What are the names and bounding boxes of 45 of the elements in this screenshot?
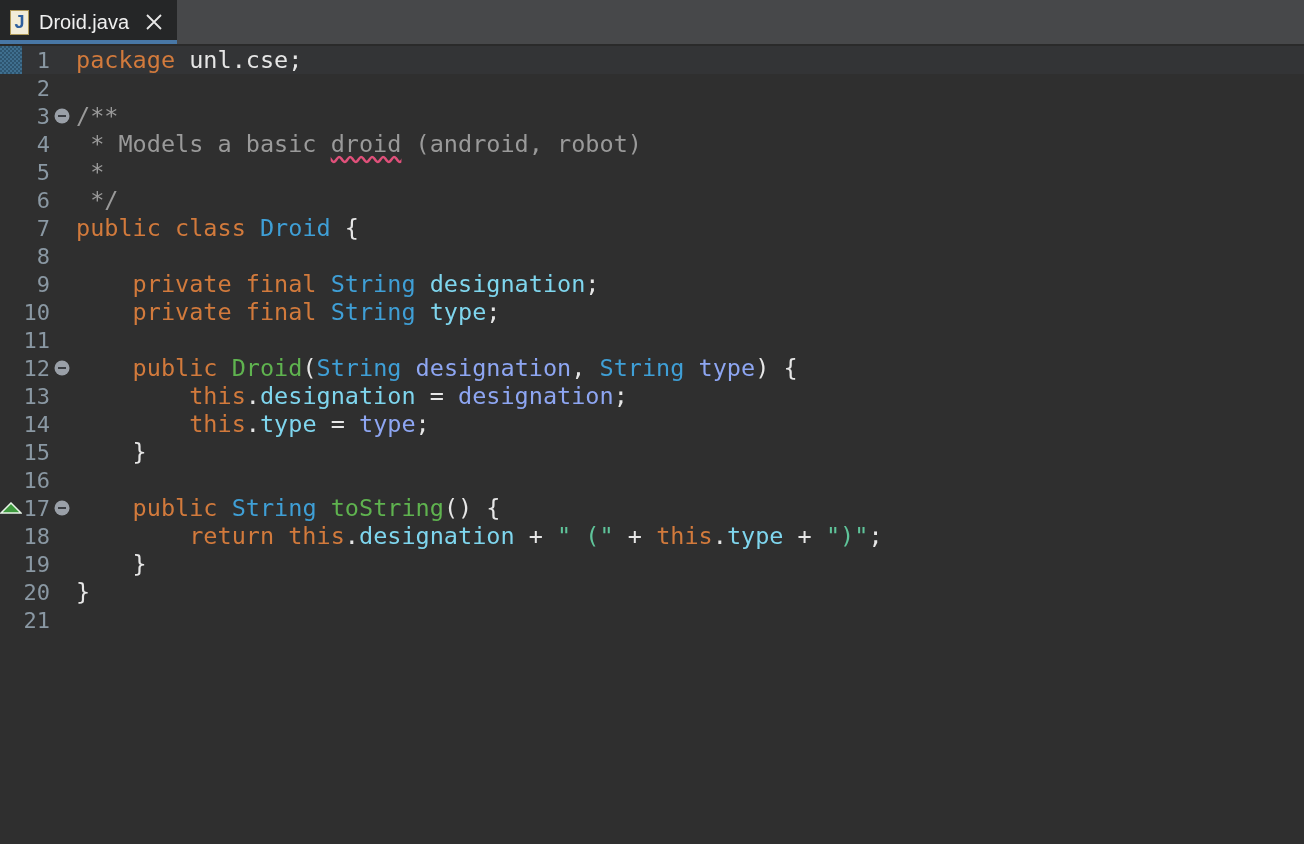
line-number: 17 — [23, 495, 50, 521]
range-indicator — [0, 46, 22, 74]
code-line: private final String designation; — [131, 270, 600, 298]
line-number: 15 — [23, 439, 50, 465]
code-line: public String toString() { — [131, 494, 501, 522]
line-number: 14 — [23, 411, 50, 437]
code-line: } — [131, 438, 147, 466]
line-number: 7 — [36, 215, 50, 241]
tab-label: Droid.java — [39, 10, 130, 34]
code-line: * Models a basic droid (android, robot) — [89, 130, 642, 158]
line-number: 21 — [23, 607, 50, 633]
code-line: this.type = type; — [188, 410, 430, 438]
code-line: this.designation = designation; — [188, 382, 628, 410]
line-number: 13 — [23, 383, 50, 409]
line-number: 10 — [23, 299, 50, 325]
line-number: 5 — [36, 159, 50, 185]
fold-toggle-icon[interactable] — [54, 360, 70, 376]
line-number: 2 — [36, 75, 50, 101]
code-line: return this.designation + " (" + this.type + ")"; — [188, 522, 883, 550]
line-number: 20 — [23, 579, 50, 605]
code-line: package unl.cse; — [76, 46, 303, 74]
line-number: 8 — [36, 243, 50, 269]
fold-toggle-icon[interactable] — [54, 500, 70, 516]
line-number: 4 — [36, 131, 50, 157]
fold-toggle-icon[interactable] — [54, 108, 70, 124]
code-line: private final String type; — [131, 298, 501, 326]
line-number: 9 — [36, 271, 50, 297]
code-line: * — [89, 158, 105, 186]
line-number: 11 — [23, 327, 50, 353]
code-line: public class Droid { — [76, 214, 359, 242]
line-number: 3 — [36, 103, 50, 129]
line-number: 6 — [36, 187, 50, 213]
code-line: /** — [76, 102, 119, 130]
code-line: public Droid(String designation, String type) { — [131, 354, 798, 382]
line-number: 19 — [23, 551, 50, 577]
code-line: */ — [89, 186, 119, 214]
line-number: 18 — [23, 523, 50, 549]
java-file-icon: J — [10, 9, 29, 35]
line-number: 12 — [23, 355, 50, 381]
close-icon[interactable] — [145, 13, 164, 31]
line-number: 16 — [23, 467, 50, 493]
code-line: } — [76, 578, 91, 606]
editor-tab[interactable]: J Droid.java — [0, 0, 178, 44]
line-number: 1 — [36, 47, 50, 73]
code-line: } — [131, 550, 147, 578]
